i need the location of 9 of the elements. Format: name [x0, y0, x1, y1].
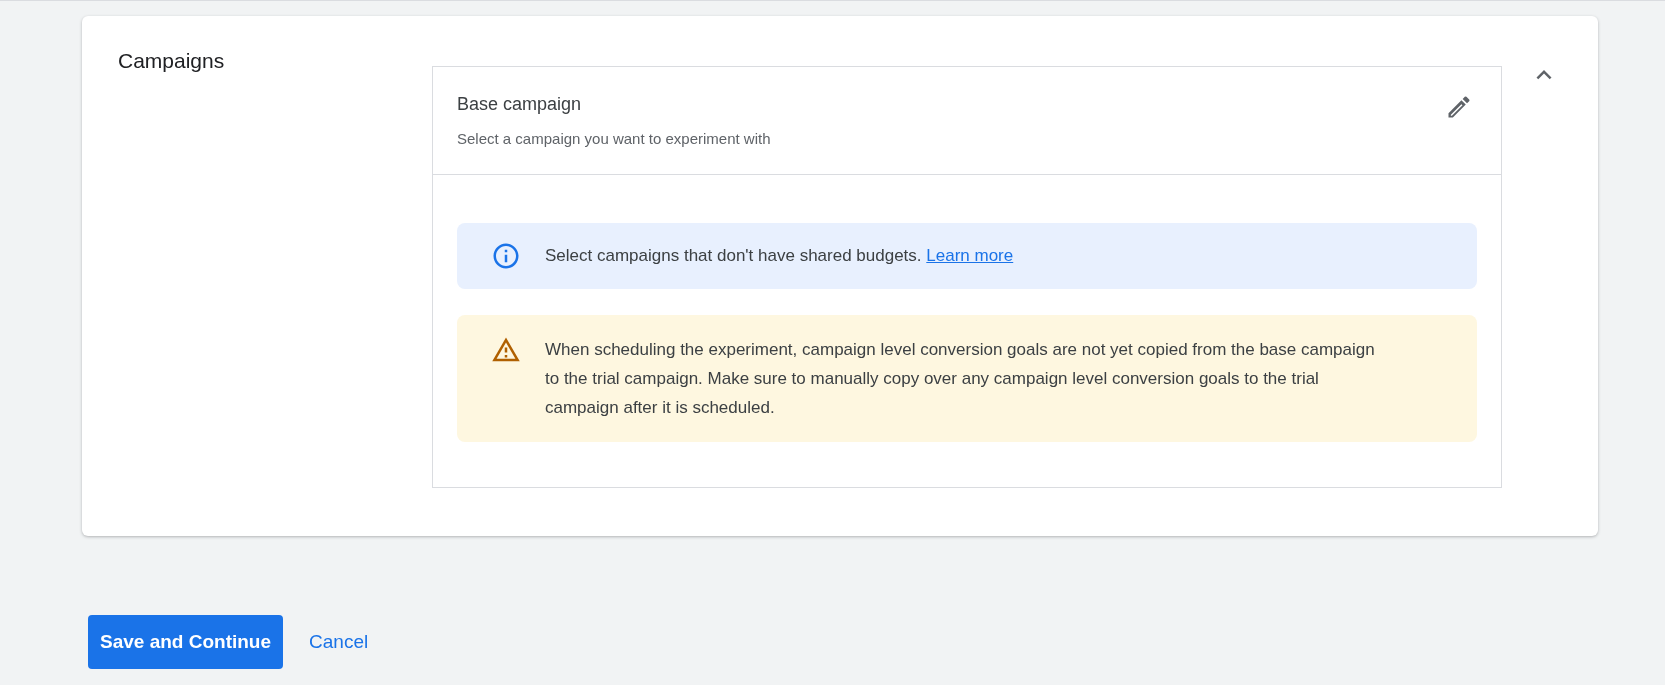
- message-text: When scheduling the experiment, campaign level conversion goals are not yet copied from the base campaign to the trial campaign. Make sure to manually copy over any campaign level conversion goals to the trial campaign after it is scheduled.: [545, 340, 1375, 417]
- save-and-continue-button[interactable]: Save and Continue: [88, 615, 284, 669]
- section-title: Campaigns: [118, 48, 226, 74]
- panel-subtitle: Select a campaign you want to experiment with: [457, 129, 771, 149]
- message-text: Select campaigns that don't have shared budgets.: [545, 246, 922, 265]
- learn-more-link[interactable]: Learn more: [926, 246, 1014, 265]
- cancel-button[interactable]: Cancel: [291, 615, 387, 669]
- info-icon: [491, 241, 521, 271]
- panel-title: Base campaign: [457, 93, 583, 116]
